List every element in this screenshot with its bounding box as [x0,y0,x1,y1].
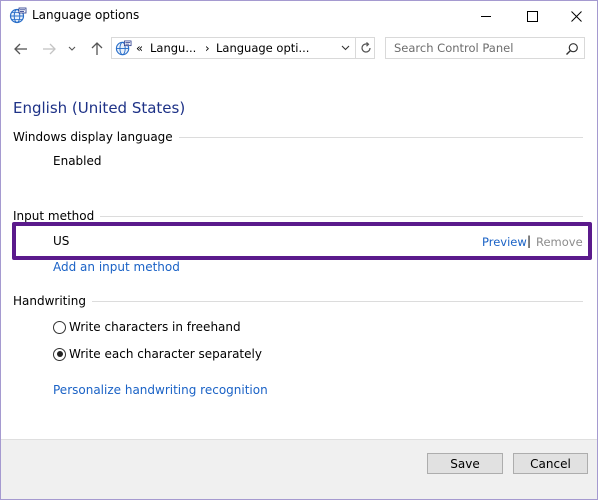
radio-option-separately[interactable]: Write each character separately [53,346,262,362]
link-separator: | [527,234,532,248]
language-globe-icon [115,40,132,57]
display-language-status: Enabled [53,154,102,168]
close-button[interactable] [553,1,597,31]
chevron-down-icon [68,46,76,51]
breadcrumb-segment-language-options[interactable]: Language opti... [216,41,309,55]
breadcrumb-separator[interactable]: › [205,41,210,55]
remove-link[interactable]: Remove [536,235,583,249]
navigation-bar: « Langu... › Language opti... [1,35,597,63]
page-title: English (United States) [13,99,186,117]
input-method-heading: Input method [13,209,95,223]
search-box[interactable] [385,37,585,59]
title-bar[interactable]: Language options [1,1,597,31]
display-language-section-header: Windows display language [13,129,583,145]
search-icon[interactable] [565,41,579,55]
handwriting-heading: Handwriting [13,294,86,308]
input-method-name: US [53,234,70,248]
breadcrumb-overflow[interactable]: « [136,41,143,55]
refresh-button[interactable] [355,38,375,58]
dialog-footer: Save Cancel [1,439,597,499]
radio-option-freehand[interactable]: Write characters in freehand [53,319,241,335]
language-options-window: Language options « Langu... › Language o… [0,0,598,500]
add-input-method-link[interactable]: Add an input method [53,260,180,274]
address-bar[interactable]: « Langu... › Language opti... [111,37,375,59]
search-input[interactable] [386,38,570,58]
section-divider [100,215,583,217]
radio-label-separately[interactable]: Write each character separately [69,347,262,361]
maximize-button[interactable] [509,1,555,31]
forward-arrow-icon [43,43,56,55]
cancel-button[interactable]: Cancel [513,453,588,474]
preview-link[interactable]: Preview [482,235,527,249]
handwriting-section-header: Handwriting [13,293,583,309]
refresh-icon [360,42,371,53]
minimize-icon [480,15,491,17]
section-divider [178,136,583,138]
back-arrow-icon [14,43,27,55]
display-language-heading: Windows display language [13,130,173,144]
section-divider [91,300,583,302]
chevron-down-icon [341,45,349,51]
language-globe-icon [9,7,27,25]
maximize-icon [526,10,538,22]
up-arrow-icon [91,42,103,55]
personalize-handwriting-link[interactable]: Personalize handwriting recognition [53,383,268,397]
radio-button-freehand[interactable] [53,320,66,334]
minimize-button[interactable] [463,1,509,31]
back-button[interactable] [11,38,31,60]
forward-button[interactable] [39,38,59,60]
up-button[interactable] [87,38,107,60]
window-title: Language options [32,8,140,22]
breadcrumb-segment-language[interactable]: Langu... [150,41,196,55]
radio-button-separately[interactable] [53,347,66,361]
close-icon [570,10,582,22]
radio-label-freehand[interactable]: Write characters in freehand [69,320,241,334]
recent-locations-button[interactable] [65,38,79,60]
address-dropdown-button[interactable] [336,38,354,58]
save-button[interactable]: Save [427,453,503,474]
